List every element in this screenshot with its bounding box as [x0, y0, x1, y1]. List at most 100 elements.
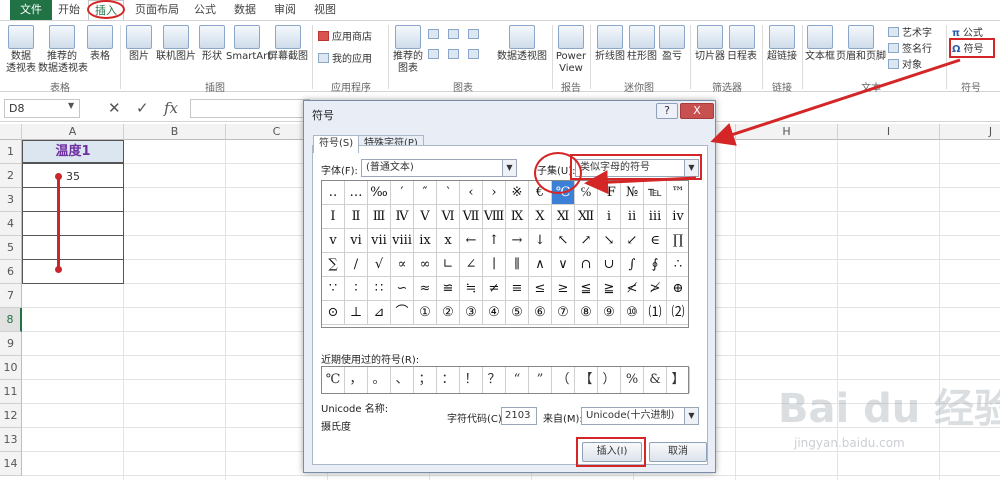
- symbol-cell[interactable]: ⑦: [552, 301, 575, 325]
- symbol-cell[interactable]: ↗: [575, 229, 598, 253]
- screenshot-button[interactable]: 屏幕截图: [268, 25, 308, 63]
- symbol-cell[interactable]: ⅸ: [414, 229, 437, 253]
- symbol-cell[interactable]: ⅲ: [644, 205, 667, 229]
- symbol-cell[interactable]: ⑩: [621, 301, 644, 325]
- app-store-button[interactable]: 应用商店: [318, 31, 372, 45]
- symbol-cell[interactable]: ″: [414, 181, 437, 205]
- from-select[interactable]: Unicode(十六进制) ▼: [581, 407, 699, 425]
- fx-icon[interactable]: fx: [164, 99, 178, 117]
- symbol-cell[interactable]: ③: [460, 301, 483, 325]
- symbol-cell[interactable]: ›: [483, 181, 506, 205]
- recent-symbol-cell[interactable]: ℃: [322, 367, 345, 393]
- symbol-cell[interactable]: ⅷ: [391, 229, 414, 253]
- symbol-cell[interactable]: ℉: [598, 181, 621, 205]
- help-button[interactable]: ?: [656, 103, 678, 119]
- recent-symbol-cell[interactable]: （: [552, 367, 575, 393]
- symbol-cell[interactable]: Ⅰ: [322, 205, 345, 229]
- row-header[interactable]: 5: [0, 236, 22, 260]
- symbol-cell[interactable]: ™: [667, 181, 688, 205]
- recent-symbol-cell[interactable]: ？: [483, 367, 506, 393]
- symbol-cell[interactable]: ⅴ: [322, 229, 345, 253]
- symbol-cell[interactable]: ∴: [667, 253, 688, 277]
- column-header[interactable]: I: [838, 124, 940, 140]
- symbol-cell[interactable]: ≌: [437, 277, 460, 301]
- area-chart-button[interactable]: [448, 49, 462, 63]
- symbol-cell[interactable]: ②: [437, 301, 460, 325]
- symbol-cell[interactable]: ⊥: [345, 301, 368, 325]
- sparkline-line-button[interactable]: 折线图: [594, 25, 626, 63]
- symbol-cell[interactable]: ④: [483, 301, 506, 325]
- symbol-cell[interactable]: ∽: [391, 277, 414, 301]
- symbol-cell[interactable]: Ⅴ: [414, 205, 437, 229]
- close-button[interactable]: X: [680, 103, 714, 119]
- symbol-cell[interactable]: ∪: [598, 253, 621, 277]
- row-header[interactable]: 4: [0, 212, 22, 236]
- tab-symbols[interactable]: 符号(S): [313, 135, 360, 153]
- table-button[interactable]: 表格: [86, 25, 114, 63]
- symbol-cell[interactable]: ‹: [460, 181, 483, 205]
- symbol-cell[interactable]: Ⅷ: [483, 205, 506, 229]
- line-chart-button[interactable]: [448, 29, 462, 43]
- symbol-cell[interactable]: ⊿: [368, 301, 391, 325]
- symbol-cell[interactable]: ⑵: [667, 301, 688, 325]
- recent-symbol-cell[interactable]: %: [621, 367, 644, 393]
- symbol-cell[interactable]: ∝: [391, 253, 414, 277]
- symbol-cell[interactable]: Ⅲ: [368, 205, 391, 229]
- cancel-button[interactable]: 取消: [649, 442, 707, 462]
- symbol-cell[interactable]: ≯: [644, 277, 667, 301]
- row-header[interactable]: 6: [0, 260, 22, 284]
- recent-symbol-cell[interactable]: 【: [575, 367, 598, 393]
- symbol-cell[interactable]: Ⅹ: [529, 205, 552, 229]
- symbol-cell[interactable]: ↘: [598, 229, 621, 253]
- pivot-chart-button[interactable]: 数据透视图: [496, 25, 548, 63]
- shapes-button[interactable]: 形状: [198, 25, 226, 63]
- tab-review[interactable]: 审阅: [268, 0, 302, 20]
- power-view-button[interactable]: Power View: [555, 25, 587, 75]
- recent-symbol-cell[interactable]: “: [506, 367, 529, 393]
- select-all-corner[interactable]: [0, 124, 22, 140]
- symbol-cell[interactable]: ※: [506, 181, 529, 205]
- symbol-cell[interactable]: ≥: [552, 277, 575, 301]
- symbol-cell[interactable]: Ⅳ: [391, 205, 414, 229]
- symbol-cell[interactable]: ≒: [460, 277, 483, 301]
- symbol-cell[interactable]: №: [621, 181, 644, 205]
- row-header[interactable]: 7: [0, 284, 22, 308]
- symbol-cell[interactable]: ←: [460, 229, 483, 253]
- cell-a1[interactable]: 温度1: [22, 140, 124, 163]
- cancel-icon[interactable]: ✕: [108, 99, 121, 117]
- object-button[interactable]: 对象: [888, 59, 922, 73]
- row-header[interactable]: 2: [0, 164, 22, 188]
- symbol-cell[interactable]: ⑤: [506, 301, 529, 325]
- column-header[interactable]: J: [940, 124, 1000, 140]
- recent-symbol-cell[interactable]: 】: [667, 367, 690, 393]
- symbol-cell[interactable]: Ⅸ: [506, 205, 529, 229]
- symbol-cell[interactable]: ∕: [345, 253, 368, 277]
- symbol-cell[interactable]: ‵: [437, 181, 460, 205]
- recent-symbol-cell[interactable]: 。: [368, 367, 391, 393]
- symbol-cell[interactable]: ①: [414, 301, 437, 325]
- symbol-cell[interactable]: √: [368, 253, 391, 277]
- recent-symbol-cell[interactable]: ，: [345, 367, 368, 393]
- symbol-cell[interactable]: ↑: [483, 229, 506, 253]
- symbol-cell[interactable]: ′: [391, 181, 414, 205]
- row-header[interactable]: 11: [0, 380, 22, 404]
- symbol-cell[interactable]: Ⅶ: [460, 205, 483, 229]
- symbol-cell[interactable]: ≮: [621, 277, 644, 301]
- timeline-button[interactable]: 日程表: [726, 25, 758, 63]
- tab-file[interactable]: 文件: [10, 0, 52, 20]
- symbol-cell[interactable]: Ⅻ: [575, 205, 598, 229]
- row-header[interactable]: 13: [0, 428, 22, 452]
- symbol-cell[interactable]: ∩: [575, 253, 598, 277]
- symbol-cell[interactable]: ‰: [368, 181, 391, 205]
- symbol-cell[interactable]: ∣: [483, 253, 506, 277]
- symbol-cell[interactable]: ⊙: [322, 301, 345, 325]
- recent-symbol-cell[interactable]: ：: [437, 367, 460, 393]
- textbox-button[interactable]: 文本框: [804, 25, 836, 63]
- pie-chart-button[interactable]: [468, 29, 482, 43]
- recent-symbol-cell[interactable]: 、: [391, 367, 414, 393]
- symbol-cell[interactable]: ⅰ: [598, 205, 621, 229]
- symbol-cell[interactable]: ↖: [552, 229, 575, 253]
- pivot-table-button[interactable]: 数据 透视表: [4, 25, 38, 75]
- symbol-cell[interactable]: ∏: [667, 229, 688, 253]
- row-header[interactable]: 12: [0, 404, 22, 428]
